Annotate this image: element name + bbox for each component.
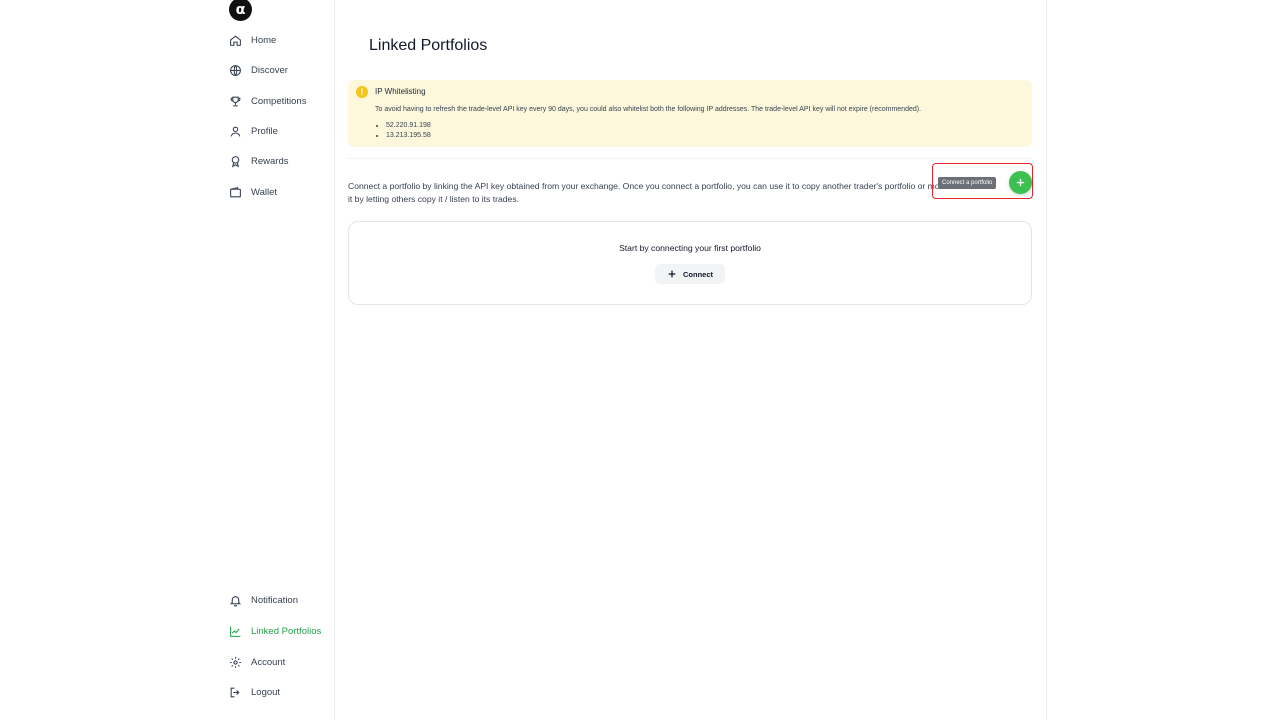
sidebar-item-label: Linked Portfolios xyxy=(251,625,322,637)
logo[interactable]: α xyxy=(229,0,252,21)
user-icon xyxy=(228,124,242,138)
svg-text:α: α xyxy=(236,2,246,18)
sidebar-item-profile[interactable]: Profile xyxy=(228,120,278,142)
sidebar-item-logout[interactable]: Logout xyxy=(228,681,280,703)
sidebar-item-wallet[interactable]: Wallet xyxy=(228,181,277,203)
sidebar-item-label: Competitions xyxy=(251,95,307,107)
empty-state-card: Start by connecting your first portfolio… xyxy=(348,221,1032,305)
sidebar-item-linked-portfolios[interactable]: Linked Portfolios xyxy=(228,620,321,642)
connect-button[interactable]: Connect xyxy=(655,264,725,284)
sidebar: α Home Discover Competitions Profile Rew… xyxy=(216,0,335,720)
sidebar-item-discover[interactable]: Discover xyxy=(228,59,288,81)
award-icon xyxy=(228,154,242,168)
warning-icon: ! xyxy=(356,86,368,98)
sidebar-item-rewards[interactable]: Rewards xyxy=(228,150,289,172)
plus-icon xyxy=(1016,178,1025,187)
home-icon xyxy=(228,33,242,47)
connect-tooltip: Connect a portfolio xyxy=(938,177,997,189)
page-title: Linked Portfolios xyxy=(369,37,488,54)
wallet-icon xyxy=(228,185,242,199)
sidebar-item-notification[interactable]: Notification xyxy=(228,589,298,611)
sidebar-item-label: Discover xyxy=(251,64,288,76)
banner-title: IP Whitelisting xyxy=(375,87,426,96)
main-content: Linked Portfolios ! IP Whitelisting To a… xyxy=(335,0,1047,720)
connect-button-label: Connect xyxy=(683,269,713,279)
banner-text: To avoid having to refresh the trade-lev… xyxy=(375,106,922,113)
sidebar-item-label: Account xyxy=(251,656,286,668)
add-portfolio-button[interactable] xyxy=(1009,171,1032,194)
sidebar-item-label: Notification xyxy=(251,594,298,606)
sidebar-item-home[interactable]: Home xyxy=(228,29,276,51)
logout-icon xyxy=(228,685,242,699)
globe-icon xyxy=(228,63,242,77)
sidebar-item-label: Wallet xyxy=(251,186,278,198)
trophy-icon xyxy=(228,94,242,108)
logo-icon: α xyxy=(229,0,252,21)
sidebar-item-label: Rewards xyxy=(251,155,289,167)
bell-icon xyxy=(228,593,242,607)
plus-icon xyxy=(667,269,677,279)
sidebar-item-label: Profile xyxy=(251,125,278,137)
ip-address: 13.213.195.58 xyxy=(386,131,431,141)
ip-whitelisting-banner: ! IP Whitelisting To avoid having to ref… xyxy=(348,80,1032,147)
sidebar-item-label: Home xyxy=(251,34,277,46)
sidebar-item-label: Logout xyxy=(251,686,281,698)
app-shell: α Home Discover Competitions Profile Rew… xyxy=(216,0,1047,720)
ip-list: 52.220.91.198 13.213.195.58 xyxy=(375,121,431,141)
divider xyxy=(348,158,1032,159)
description-text: Connect a portfolio by linking the API k… xyxy=(348,180,963,204)
ip-address: 52.220.91.198 xyxy=(386,121,431,131)
sidebar-item-account[interactable]: Account xyxy=(228,651,285,673)
empty-state-message: Start by connecting your first portfolio xyxy=(619,243,761,253)
sidebar-item-competitions[interactable]: Competitions xyxy=(228,90,306,112)
chart-line-icon xyxy=(228,624,242,638)
gear-icon xyxy=(228,655,242,669)
